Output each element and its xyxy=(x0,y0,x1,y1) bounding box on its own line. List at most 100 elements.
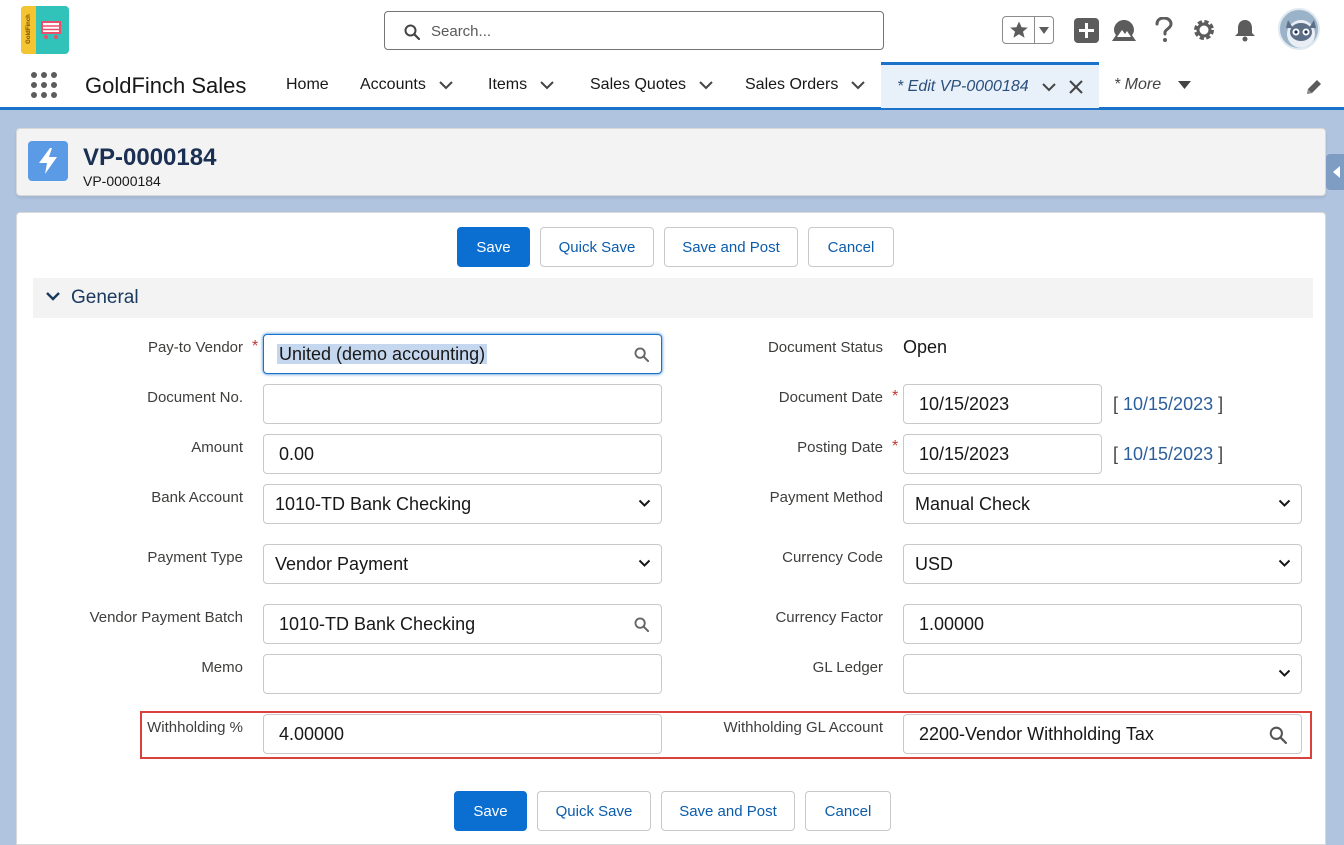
payment-type-select[interactable]: Vendor Payment xyxy=(263,544,662,584)
withholding-pct-value: 4.00000 xyxy=(279,724,345,744)
required-marker: * xyxy=(892,438,899,455)
close-icon[interactable] xyxy=(1068,79,1083,94)
bank-account-select[interactable]: 1010-TD Bank Checking xyxy=(263,484,662,524)
search-icon[interactable] xyxy=(1269,726,1287,744)
quick-save-button-bottom[interactable]: Quick Save xyxy=(537,791,651,831)
document-status-label: Document Status xyxy=(767,339,883,356)
withholding-pct-label: Withholding % xyxy=(147,719,243,736)
add-icon[interactable] xyxy=(1074,18,1099,43)
withholding-gl-account-field[interactable]: 2200-Vendor Withholding Tax xyxy=(903,714,1302,754)
chevron-down-icon[interactable] xyxy=(850,80,866,90)
favorites-divider xyxy=(1034,17,1035,43)
pay-to-vendor-label: Pay-to Vendor xyxy=(147,339,243,356)
payment-type-value: Vendor Payment xyxy=(275,554,409,574)
nav-item-label: Home xyxy=(286,76,329,93)
logo-text: GoldFinch xyxy=(26,14,32,44)
search-icon xyxy=(404,24,420,40)
chevron-down-icon xyxy=(1278,559,1291,567)
nav-item-label: Sales Quotes xyxy=(590,76,687,93)
gl-ledger-select[interactable] xyxy=(903,654,1302,694)
memo-field[interactable] xyxy=(263,654,662,694)
document-date-link[interactable]: [ 10/15/2023 ] xyxy=(1113,394,1223,415)
document-date-field[interactable]: 10/15/2023 xyxy=(903,384,1102,424)
payment-type-label: Payment Type xyxy=(147,549,243,566)
cancel-button-bottom[interactable]: Cancel xyxy=(805,791,891,831)
chevron-down-icon[interactable] xyxy=(45,291,61,303)
document-no-label: Document No. xyxy=(147,389,243,406)
amount-label: Amount xyxy=(191,439,243,456)
edit-nav-icon[interactable] xyxy=(1305,78,1323,96)
document-status-value: Open xyxy=(903,337,948,357)
withholding-gl-account-label: Withholding GL Account xyxy=(723,719,883,736)
help-icon[interactable] xyxy=(1154,17,1174,43)
tab-edit-record-label: * Edit VP-0000184 xyxy=(897,77,1029,95)
posting-date-link[interactable]: [ 10/15/2023 ] xyxy=(1113,444,1223,465)
pay-to-vendor-field[interactable]: United (demo accounting) xyxy=(263,334,662,374)
nav-item-accounts[interactable]: Accounts xyxy=(360,62,454,108)
avatar[interactable] xyxy=(1278,8,1320,50)
currency-code-select[interactable]: USD xyxy=(903,544,1302,584)
nav-item-label: Accounts xyxy=(360,76,426,93)
vendor-payment-batch-label: Vendor Payment Batch xyxy=(89,609,243,626)
save-button[interactable]: Save xyxy=(457,227,530,267)
withholding-pct-field[interactable]: 4.00000 xyxy=(263,714,662,754)
trailhead-icon[interactable] xyxy=(1111,19,1137,43)
payment-method-value: Manual Check xyxy=(915,494,1031,514)
amount-field[interactable]: 0.00 xyxy=(263,434,662,474)
search-input[interactable] xyxy=(431,20,851,42)
astro-avatar-icon xyxy=(1286,20,1316,48)
nav-item-items[interactable]: Items xyxy=(488,62,555,108)
save-button-bottom[interactable]: Save xyxy=(454,791,527,831)
tab-edit-record[interactable]: * Edit VP-0000184 xyxy=(881,62,1099,108)
chevron-down-icon[interactable] xyxy=(539,80,555,90)
nav-item-label: Sales Orders xyxy=(745,76,839,93)
document-no-field[interactable] xyxy=(263,384,662,424)
chevron-down-icon[interactable] xyxy=(438,80,454,90)
currency-factor-value: 1.00000 xyxy=(919,614,985,634)
record-header: VP-0000184 VP-0000184 xyxy=(16,128,1326,196)
required-marker: * xyxy=(252,338,259,355)
pay-to-vendor-value: United (demo accounting) xyxy=(277,344,488,364)
save-and-post-button-bottom[interactable]: Save and Post xyxy=(661,791,795,831)
bank-account-value: 1010-TD Bank Checking xyxy=(275,494,472,514)
gear-icon[interactable] xyxy=(1192,18,1216,42)
posting-date-field[interactable]: 10/15/2023 xyxy=(903,434,1102,474)
nav-item-sales-quotes[interactable]: Sales Quotes xyxy=(590,62,714,108)
currency-factor-label: Currency Factor xyxy=(775,609,883,626)
favorites-group[interactable] xyxy=(1002,16,1054,44)
bell-icon[interactable] xyxy=(1233,18,1257,42)
caret-down-icon[interactable] xyxy=(1178,81,1192,89)
quick-save-button[interactable]: Quick Save xyxy=(540,227,654,267)
section-general[interactable]: General xyxy=(33,278,1313,318)
nav-item-sales-orders[interactable]: Sales Orders xyxy=(745,62,866,108)
payment-method-label: Payment Method xyxy=(769,489,883,506)
side-panel-toggle[interactable] xyxy=(1326,154,1344,190)
nav-item-home[interactable]: Home xyxy=(286,62,329,108)
payment-method-select[interactable]: Manual Check xyxy=(903,484,1302,524)
app-launcher-icon[interactable] xyxy=(31,72,57,98)
global-search[interactable] xyxy=(384,11,884,50)
bank-account-label: Bank Account xyxy=(151,489,243,506)
amount-value: 0.00 xyxy=(279,444,315,464)
global-header: GoldFinch xyxy=(0,0,1344,62)
app-name: GoldFinch Sales xyxy=(85,73,247,98)
chevron-down-icon[interactable] xyxy=(1039,27,1049,34)
document-date-value: 10/15/2023 xyxy=(919,394,1010,414)
star-icon[interactable] xyxy=(1009,20,1029,40)
lightning-icon xyxy=(39,148,57,174)
vendor-payment-batch-field[interactable]: 1010-TD Bank Checking xyxy=(263,604,662,644)
record-subtitle: VP-0000184 xyxy=(83,173,161,189)
chevron-down-icon[interactable] xyxy=(698,80,714,90)
chevron-down-icon xyxy=(1278,669,1291,677)
nav-item-more[interactable]: * More xyxy=(1114,62,1192,108)
cancel-button[interactable]: Cancel xyxy=(808,227,894,267)
save-and-post-button[interactable]: Save and Post xyxy=(664,227,798,267)
edit-form-panel: Save Quick Save Save and Post Cancel Gen… xyxy=(16,212,1326,845)
posting-date-label: Posting Date xyxy=(797,439,883,456)
gl-ledger-label: GL Ledger xyxy=(812,659,883,676)
nav-item-label: * More xyxy=(1114,76,1162,93)
app-logo[interactable]: GoldFinch xyxy=(21,6,69,54)
chevron-down-icon[interactable] xyxy=(1041,82,1057,92)
currency-factor-field[interactable]: 1.00000 xyxy=(903,604,1302,644)
record-type-icon xyxy=(28,141,68,181)
